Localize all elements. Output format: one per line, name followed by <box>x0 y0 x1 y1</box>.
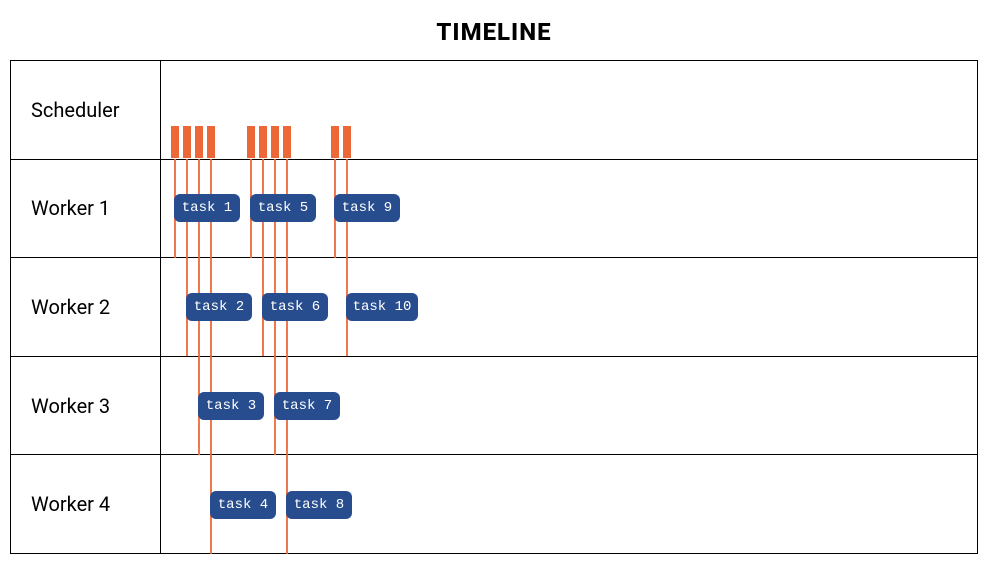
row-scheduler: Scheduler <box>11 61 977 159</box>
timeline-grid: SchedulerWorker 1Worker 2Worker 3Worker … <box>10 60 978 554</box>
row-worker4: Worker 4 <box>11 454 977 553</box>
worker4-lane <box>161 455 977 553</box>
worker1-label: Worker 1 <box>11 160 161 258</box>
scheduler-label: Scheduler <box>11 61 161 159</box>
worker3-label: Worker 3 <box>11 357 161 455</box>
diagram-title: TIMELINE <box>10 18 978 46</box>
timeline-chart: SchedulerWorker 1Worker 2Worker 3Worker … <box>10 60 978 554</box>
row-worker3: Worker 3 <box>11 356 977 455</box>
worker3-lane <box>161 357 977 455</box>
row-worker1: Worker 1 <box>11 159 977 258</box>
worker2-lane <box>161 258 977 356</box>
scheduler-lane <box>161 61 977 159</box>
worker2-label: Worker 2 <box>11 258 161 356</box>
row-worker2: Worker 2 <box>11 257 977 356</box>
worker4-label: Worker 4 <box>11 455 161 553</box>
worker1-lane <box>161 160 977 258</box>
